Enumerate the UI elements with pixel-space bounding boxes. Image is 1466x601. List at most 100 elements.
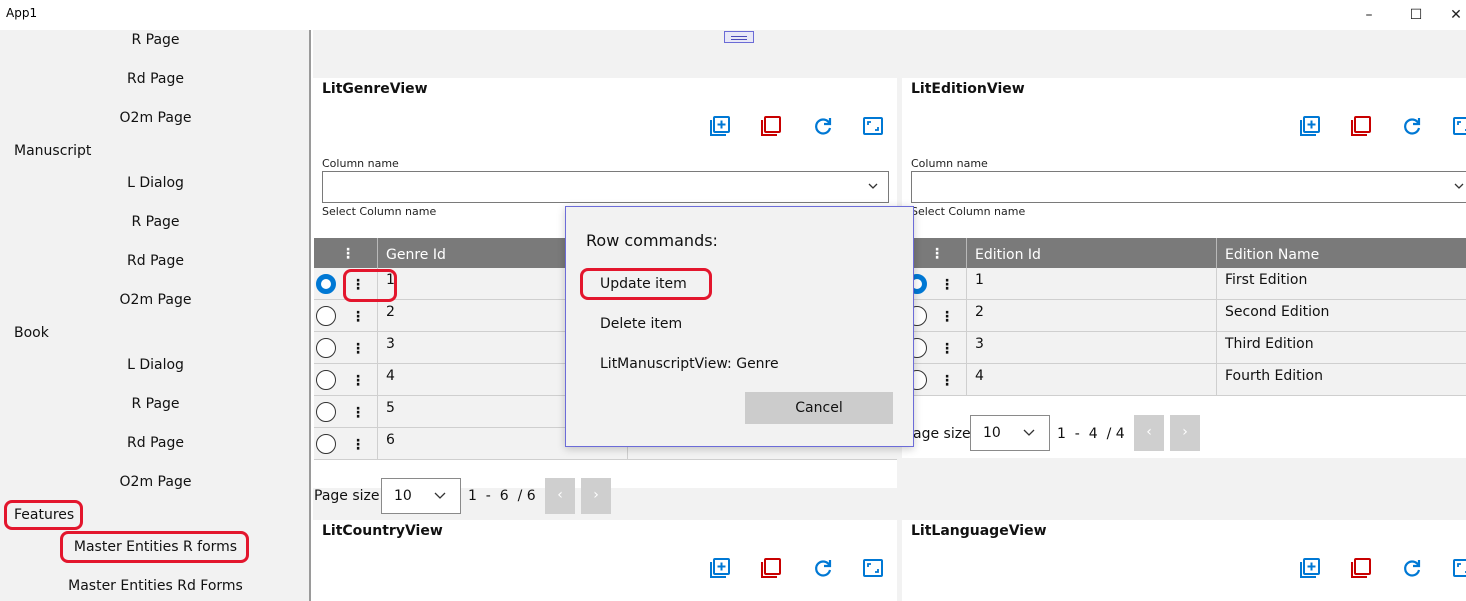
genre-column-select[interactable]	[322, 171, 889, 203]
genre-page-size-label: Page size	[314, 488, 380, 504]
edition-page-range: 1 - 4 / 4	[1057, 426, 1125, 442]
edition-page-size-value: 10	[983, 425, 1001, 441]
genre-next-page-button[interactable]: ›	[581, 478, 611, 514]
row-menu-icon[interactable]: ⋮	[351, 374, 365, 388]
add-item-icon[interactable]	[1299, 557, 1321, 579]
window-title: App1	[6, 6, 38, 20]
delete-item-icon[interactable]	[760, 115, 782, 137]
nav-item[interactable]: O2m Page	[0, 110, 311, 126]
add-item-icon[interactable]	[709, 557, 731, 579]
nav-item[interactable]: L Dialog	[0, 175, 311, 191]
add-item-icon[interactable]	[1299, 115, 1321, 137]
nav-item[interactable]: Rd Page	[0, 435, 311, 451]
navigate-manuscript-genre-command[interactable]: LitManuscriptView: Genre	[600, 356, 779, 372]
table-row[interactable]: ⋮ 1 First Edition	[903, 268, 1466, 300]
edition-select-hint: Select Column name	[911, 205, 1026, 218]
row-menu-icon[interactable]: ⋮	[940, 278, 954, 292]
edition-id-cell: 4	[966, 364, 1216, 396]
fullscreen-icon[interactable]	[1452, 115, 1466, 137]
table-row[interactable]: ⋮ 2 Second Edition	[903, 300, 1466, 332]
fullscreen-icon[interactable]	[1452, 557, 1466, 579]
row-select-radio[interactable]	[316, 274, 336, 294]
language-panel-title: LitLanguageView	[911, 523, 1047, 539]
grid-menu-icon[interactable]: ⋮	[930, 247, 944, 261]
refresh-icon[interactable]	[812, 115, 834, 137]
edition-id-cell: 3	[966, 332, 1216, 364]
fullscreen-icon[interactable]	[862, 115, 884, 137]
row-menu-icon[interactable]: ⋮	[351, 310, 365, 324]
nav-item[interactable]: Master Entities Rd Forms	[0, 578, 311, 594]
add-item-icon[interactable]	[709, 115, 731, 137]
nav-item[interactable]: Rd Page	[0, 71, 311, 87]
genre-prev-page-button[interactable]: ‹	[545, 478, 575, 514]
nav-item[interactable]: O2m Page	[0, 292, 311, 308]
chevron-down-icon	[1023, 429, 1035, 436]
country-panel: LitCountryView	[313, 520, 897, 601]
row-menu-icon[interactable]: ⋮	[351, 406, 365, 420]
row-select-radio[interactable]	[316, 370, 336, 390]
chevron-down-icon	[434, 492, 446, 499]
edition-name-cell: Fourth Edition	[1216, 364, 1466, 396]
edition-page-size-label: age size	[913, 426, 971, 442]
nav-item[interactable]: Master Entities R forms	[0, 539, 311, 555]
splitter-handle[interactable]	[724, 31, 754, 43]
row-select-radio[interactable]	[316, 434, 336, 454]
refresh-icon[interactable]	[1401, 557, 1423, 579]
fullscreen-icon[interactable]	[862, 557, 884, 579]
genre-page-size-select[interactable]: 10	[381, 478, 461, 514]
chevron-down-icon	[868, 183, 878, 189]
row-select-radio[interactable]	[316, 402, 336, 422]
edition-id-cell: 1	[966, 268, 1216, 300]
grid-menu-icon[interactable]: ⋮	[341, 247, 355, 261]
delete-item-command[interactable]: Delete item	[600, 316, 682, 332]
maximize-button[interactable]: ☐	[1403, 4, 1429, 26]
edition-column-select[interactable]	[911, 171, 1466, 203]
delete-item-icon[interactable]	[1350, 557, 1372, 579]
nav-item[interactable]: R Page	[0, 32, 311, 48]
delete-item-icon[interactable]	[1350, 115, 1372, 137]
refresh-icon[interactable]	[812, 557, 834, 579]
nav-item[interactable]: R Page	[0, 214, 311, 230]
cancel-button[interactable]: Cancel	[745, 392, 893, 424]
edition-id-column-header[interactable]: Edition Id	[966, 238, 1216, 268]
refresh-icon[interactable]	[1401, 115, 1423, 137]
row-select-radio[interactable]	[316, 338, 336, 358]
table-row[interactable]: ⋮ 3 Third Edition	[903, 332, 1466, 364]
language-panel: LitLanguageView	[902, 520, 1466, 601]
nav-group-header[interactable]: Features	[14, 507, 74, 523]
nav-group-header[interactable]: Manuscript	[14, 143, 91, 159]
close-button[interactable]: ✕	[1443, 4, 1466, 26]
dialog-title: Row commands:	[586, 231, 718, 250]
title-bar: App1 – ☐ ✕	[0, 0, 1466, 30]
row-select-radio[interactable]	[316, 306, 336, 326]
row-menu-icon[interactable]: ⋮	[940, 342, 954, 356]
edition-prev-page-button[interactable]: ‹	[1134, 415, 1164, 451]
nav-item[interactable]: L Dialog	[0, 357, 311, 373]
nav-item[interactable]: O2m Page	[0, 474, 311, 490]
edition-name-column-header[interactable]: Edition Name	[1216, 238, 1466, 268]
edition-name-cell: First Edition	[1216, 268, 1466, 300]
genre-panel-title: LitGenreView	[322, 81, 428, 97]
genre-page-range: 1 - 6 / 6	[468, 488, 536, 504]
delete-item-icon[interactable]	[760, 557, 782, 579]
row-menu-icon[interactable]: ⋮	[940, 310, 954, 324]
country-panel-title: LitCountryView	[322, 523, 443, 539]
edition-name-cell: Second Edition	[1216, 300, 1466, 332]
nav-item[interactable]: R Page	[0, 396, 311, 412]
update-item-command[interactable]: Update item	[600, 276, 687, 292]
row-menu-icon[interactable]: ⋮	[351, 278, 365, 292]
edition-next-page-button[interactable]: ›	[1170, 415, 1200, 451]
nav-item[interactable]: Rd Page	[0, 253, 311, 269]
navigation-pane: R Page Rd Page O2m Page Manuscript L Dialog R…	[0, 30, 311, 601]
nav-group-header[interactable]: Book	[14, 325, 49, 341]
edition-page-size-select[interactable]: 10	[970, 415, 1050, 451]
row-menu-icon[interactable]: ⋮	[351, 438, 365, 452]
row-commands-dialog: Row commands: Update item Delete item Li…	[565, 206, 914, 447]
edition-grid-header: ⋮ Edition Id Edition Name	[903, 238, 1466, 268]
table-row[interactable]: ⋮ 4 Fourth Edition	[903, 364, 1466, 396]
row-menu-icon[interactable]: ⋮	[940, 374, 954, 388]
edition-column-name-label: Column name	[911, 157, 988, 170]
minimize-button[interactable]: –	[1356, 4, 1382, 26]
row-menu-icon[interactable]: ⋮	[351, 342, 365, 356]
edition-panel-title: LitEditionView	[911, 81, 1025, 97]
